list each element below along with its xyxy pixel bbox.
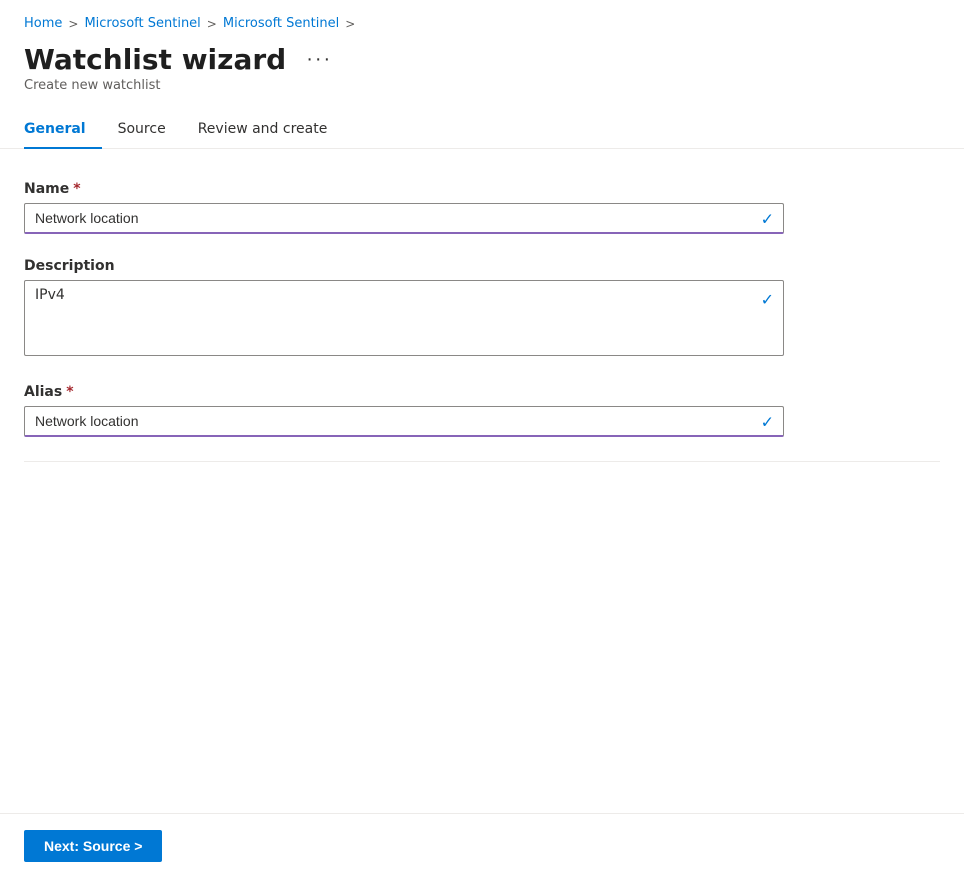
description-checkmark: ✓ [761, 290, 774, 309]
breadcrumb-sep-2: > [207, 17, 217, 31]
name-form-group: Name * ✓ [24, 181, 784, 234]
alias-checkmark: ✓ [761, 412, 774, 431]
tab-source[interactable]: Source [102, 113, 182, 149]
breadcrumb-sentinel-2[interactable]: Microsoft Sentinel [223, 16, 339, 31]
name-checkmark: ✓ [761, 209, 774, 228]
description-textarea[interactable]: IPv4 [24, 280, 784, 356]
page-subtitle: Create new watchlist [0, 76, 964, 93]
page-wrapper: Home > Microsoft Sentinel > Microsoft Se… [0, 0, 964, 878]
next-source-button[interactable]: Next: Source > [24, 830, 162, 862]
breadcrumb-sentinel-1[interactable]: Microsoft Sentinel [84, 16, 200, 31]
breadcrumb: Home > Microsoft Sentinel > Microsoft Se… [0, 0, 964, 39]
tab-general[interactable]: General [24, 113, 102, 149]
form-divider [24, 461, 940, 462]
page-header: Watchlist wizard ··· [0, 39, 964, 76]
alias-input-wrapper: ✓ [24, 406, 784, 437]
name-input-wrapper: ✓ [24, 203, 784, 234]
tab-bar: General Source Review and create [0, 93, 964, 149]
alias-form-group: Alias * ✓ [24, 384, 784, 437]
description-form-group: Description IPv4 ✓ [24, 258, 784, 360]
alias-required-star: * [66, 384, 73, 400]
footer: Next: Source > [0, 813, 964, 878]
form-area: Name * ✓ Description IPv4 ✓ Alias * [0, 149, 964, 638]
alias-input[interactable] [24, 406, 784, 437]
tab-review-and-create[interactable]: Review and create [182, 113, 344, 149]
breadcrumb-sep-1: > [68, 17, 78, 31]
page-title: Watchlist wizard [24, 43, 286, 76]
breadcrumb-home[interactable]: Home [24, 16, 62, 31]
name-label: Name * [24, 181, 784, 197]
name-required-star: * [73, 181, 80, 197]
description-textarea-wrapper: IPv4 ✓ [24, 280, 784, 360]
name-input[interactable] [24, 203, 784, 234]
more-button[interactable]: ··· [298, 44, 340, 75]
breadcrumb-sep-3: > [345, 17, 355, 31]
alias-label: Alias * [24, 384, 784, 400]
content-spacer [0, 638, 964, 814]
description-label: Description [24, 258, 784, 274]
